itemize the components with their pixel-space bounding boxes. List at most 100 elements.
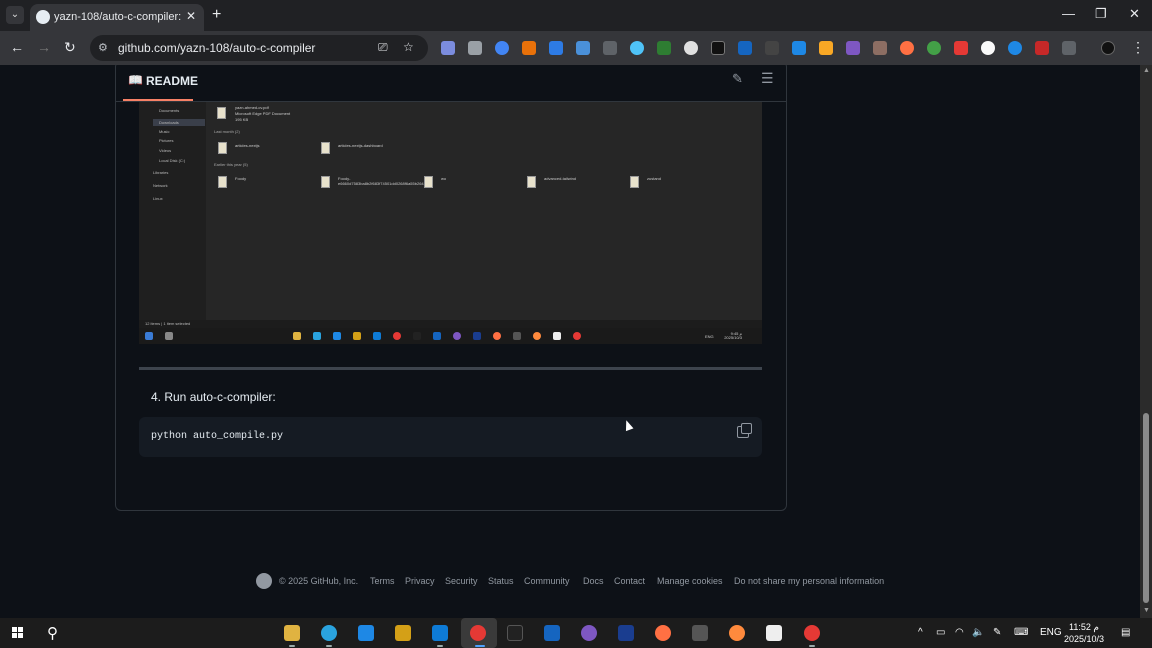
screenshot-extension-icon[interactable] bbox=[468, 41, 482, 55]
nav-item: Network bbox=[153, 183, 168, 188]
profile-avatar[interactable] bbox=[1101, 41, 1115, 55]
extension-icon[interactable] bbox=[738, 41, 752, 55]
taskbar-clock[interactable]: 11:52 م 2025/10/3 bbox=[1064, 621, 1104, 645]
close-window-button[interactable]: ✕ bbox=[1129, 6, 1140, 22]
github-desktop-icon[interactable] bbox=[581, 625, 597, 641]
footer-link-docs[interactable]: Docs bbox=[583, 576, 604, 586]
volume-icon[interactable]: 🔈 bbox=[972, 627, 984, 638]
nav-item: Videos bbox=[159, 148, 172, 153]
browser-tab[interactable]: yazn-108/auto-c-compiler: A lig ✕ bbox=[30, 4, 204, 31]
extension-icon[interactable] bbox=[846, 41, 860, 55]
extension-icon[interactable] bbox=[711, 41, 725, 55]
terminal-icon[interactable] bbox=[692, 625, 708, 641]
extension-icon[interactable] bbox=[954, 41, 968, 55]
telegram-icon[interactable] bbox=[321, 625, 337, 641]
extension-icon[interactable] bbox=[549, 41, 563, 55]
book-icon: 📖 bbox=[128, 73, 143, 87]
url-text[interactable]: github.com/yazn-108/auto-c-compiler bbox=[118, 41, 315, 55]
browser-menu-icon[interactable]: ⋮ bbox=[1131, 39, 1145, 56]
copy-icon[interactable] bbox=[737, 423, 752, 438]
reload-button[interactable]: ↻ bbox=[64, 39, 76, 56]
firefox-icon[interactable] bbox=[655, 625, 671, 641]
footer-link-manage-cookies[interactable]: Manage cookies bbox=[657, 576, 723, 586]
keyboard-icon[interactable]: ⌨ bbox=[1014, 627, 1028, 638]
extension-icon[interactable] bbox=[819, 41, 833, 55]
footer-link-privacy[interactable]: Privacy bbox=[405, 576, 435, 586]
tray-chevron-icon[interactable]: ^ bbox=[918, 627, 923, 638]
chrome-icon[interactable] bbox=[470, 625, 486, 641]
tab-close-icon[interactable]: ✕ bbox=[186, 9, 196, 23]
extension-icon[interactable] bbox=[927, 41, 941, 55]
battery-icon[interactable]: ▭ bbox=[936, 627, 945, 638]
footer-link-security[interactable]: Security bbox=[445, 576, 478, 586]
footer-link-status[interactable]: Status bbox=[488, 576, 514, 586]
vscode-icon bbox=[373, 332, 381, 340]
app-icon[interactable] bbox=[729, 625, 745, 641]
clock-time: 11:52 م bbox=[1069, 622, 1099, 632]
restore-button[interactable]: ❐ bbox=[1095, 6, 1107, 22]
footer-link-terms[interactable]: Terms bbox=[370, 576, 395, 586]
search-icon[interactable]: ⚲ bbox=[47, 624, 58, 642]
nav-item: Local Disk (C:) bbox=[159, 158, 186, 163]
extension-icon[interactable] bbox=[981, 41, 995, 55]
readme-tab[interactable]: README bbox=[146, 74, 198, 88]
notifications-icon[interactable]: ▤ bbox=[1121, 627, 1130, 638]
extension-icon[interactable] bbox=[684, 41, 698, 55]
address-bar[interactable]: ⚙ github.com/yazn-108/auto-c-compiler ⎚ … bbox=[90, 35, 428, 61]
bookmark-star-icon[interactable]: ☆ bbox=[403, 40, 414, 54]
scroll-down-arrow-icon[interactable]: ▼ bbox=[1143, 607, 1150, 614]
clock-date: 2025/10/3 bbox=[1064, 634, 1105, 644]
extension-icon[interactable] bbox=[1008, 41, 1022, 55]
back-button[interactable]: ← bbox=[10, 39, 24, 55]
extension-icon[interactable] bbox=[522, 41, 536, 55]
edit-pencil-icon[interactable]: ✎ bbox=[732, 71, 743, 87]
site-info-icon[interactable]: ⚙ bbox=[98, 41, 108, 54]
extension-icon[interactable] bbox=[900, 41, 914, 55]
page-scrollbar[interactable]: ▲ ▼ bbox=[1140, 65, 1152, 618]
clock-date: 2025/10/3 bbox=[724, 335, 742, 340]
outlook-icon[interactable] bbox=[358, 625, 374, 641]
wifi-icon[interactable]: ◠ bbox=[955, 627, 964, 638]
app-icon[interactable] bbox=[618, 625, 634, 641]
notion-icon[interactable] bbox=[766, 625, 782, 641]
screen-recorder-icon[interactable] bbox=[804, 625, 820, 641]
input-language[interactable]: ENG bbox=[1040, 627, 1062, 638]
footer-link-do-not-share[interactable]: Do not share my personal information bbox=[734, 576, 884, 586]
word-icon[interactable] bbox=[544, 625, 560, 641]
minimize-button[interactable]: — bbox=[1062, 6, 1075, 21]
footer-link-contact[interactable]: Contact bbox=[614, 576, 645, 586]
browser-toolbar: ← → ↻ ⚙ github.com/yazn-108/auto-c-compi… bbox=[0, 31, 1152, 65]
scrollbar-thumb[interactable] bbox=[1143, 413, 1149, 603]
github-logo-icon[interactable] bbox=[256, 573, 272, 589]
vscode-icon[interactable] bbox=[432, 625, 448, 641]
pen-icon[interactable]: ✎ bbox=[993, 627, 1001, 638]
code-text: python auto_compile.py bbox=[151, 431, 284, 442]
running-indicator bbox=[289, 645, 295, 647]
file-explorer-icon[interactable] bbox=[284, 625, 300, 641]
chrome-extension-icon[interactable] bbox=[495, 41, 509, 55]
running-indicator bbox=[475, 645, 485, 647]
windows-start-icon[interactable] bbox=[12, 627, 24, 639]
footer-link-community[interactable]: Community bbox=[524, 576, 570, 586]
extensions-puzzle-icon[interactable] bbox=[1062, 41, 1076, 55]
extension-icon[interactable] bbox=[657, 41, 671, 55]
extension-icon[interactable] bbox=[441, 41, 455, 55]
extension-icon[interactable] bbox=[630, 41, 644, 55]
extension-icon[interactable] bbox=[873, 41, 887, 55]
app-icon[interactable] bbox=[395, 625, 411, 641]
folder-zip-icon bbox=[218, 176, 227, 188]
scroll-up-arrow-icon[interactable]: ▲ bbox=[1143, 67, 1150, 74]
extension-icon[interactable] bbox=[792, 41, 806, 55]
extension-icon[interactable] bbox=[576, 41, 590, 55]
word-icon bbox=[433, 332, 441, 340]
install-app-icon[interactable]: ⎚ bbox=[378, 40, 388, 55]
new-tab-button[interactable]: + bbox=[212, 6, 221, 24]
extension-icon[interactable] bbox=[765, 41, 779, 55]
extension-icon[interactable] bbox=[603, 41, 617, 55]
tab-search-button[interactable]: ⌄ bbox=[6, 6, 24, 24]
file-name: articles-nextjs bbox=[235, 143, 260, 148]
app-icon[interactable] bbox=[507, 625, 523, 641]
forward-button[interactable]: → bbox=[37, 39, 51, 55]
extension-icon[interactable] bbox=[1035, 41, 1049, 55]
outline-list-icon[interactable]: ☰ bbox=[761, 70, 774, 87]
